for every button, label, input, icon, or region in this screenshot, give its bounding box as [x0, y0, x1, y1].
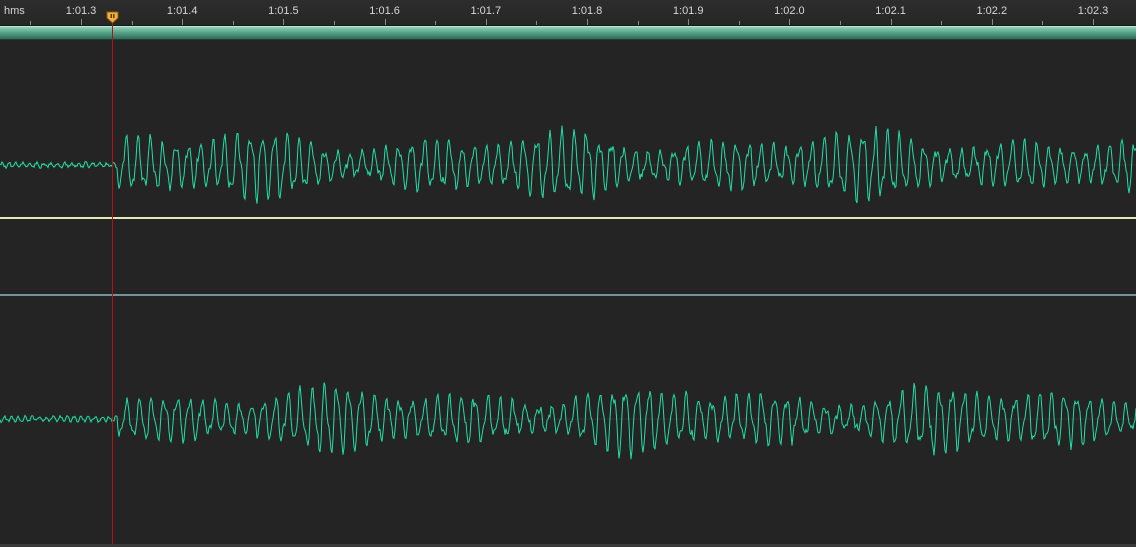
ruler-minor-tick [739, 21, 740, 25]
ruler-major-tick [891, 19, 892, 25]
ruler-tick-label: 1:01.6 [369, 5, 400, 17]
ruler-major-tick [992, 19, 993, 25]
ruler-major-tick [486, 19, 487, 25]
ruler-tick-label: 1:01.8 [571, 5, 603, 17]
waveform-display[interactable] [0, 41, 1136, 547]
ruler-tick-label: 1:01.7 [470, 5, 502, 17]
ruler-tick-label: 1:01.3 [65, 5, 97, 17]
ruler-minor-tick [1042, 21, 1043, 25]
zoom-navigator-bar[interactable] [0, 26, 1136, 40]
ruler-major-tick [385, 19, 386, 25]
ruler-minor-tick [132, 21, 133, 25]
ruler-major-tick [789, 19, 790, 25]
ruler-minor-tick [941, 21, 942, 25]
ruler-minor-tick [638, 21, 639, 25]
ruler-minor-tick [840, 21, 841, 25]
ruler-minor-tick [334, 21, 335, 25]
ruler-minor-tick [30, 21, 31, 25]
ruler-tick-label: 1:02.3 [1077, 5, 1109, 17]
ruler-unit-label: hms [4, 5, 25, 17]
ruler-tick-label: 1:02.0 [774, 5, 805, 17]
ruler-minor-tick [435, 21, 436, 25]
ruler-major-tick [688, 19, 689, 25]
ruler-major-tick [182, 19, 183, 25]
ruler-major-tick [81, 19, 82, 25]
ruler-minor-tick [233, 21, 234, 25]
time-ruler[interactable]: hms 1:01.3 1:01.4 1:01.5 1:01.6 1:01.7 1:01.8… [0, 0, 1136, 26]
ruler-tick-label: 1:02.1 [875, 5, 906, 17]
ruler-tick-label: 1:01.9 [672, 5, 704, 17]
waveform-svg [0, 125, 1136, 460]
ruler-major-tick [1093, 19, 1094, 25]
ruler-major-tick [283, 19, 284, 25]
ruler-tick-label: 1:01.4 [166, 5, 198, 17]
ruler-major-tick [587, 19, 588, 25]
ruler-tick-label: 1:02.2 [976, 5, 1008, 17]
playhead-marker-icon[interactable] [106, 11, 119, 24]
ruler-tick-label: 1:01.5 [268, 5, 299, 17]
ruler-minor-tick [536, 21, 537, 25]
playhead-line[interactable] [112, 11, 113, 547]
right-channel-waveform [0, 382, 1136, 460]
